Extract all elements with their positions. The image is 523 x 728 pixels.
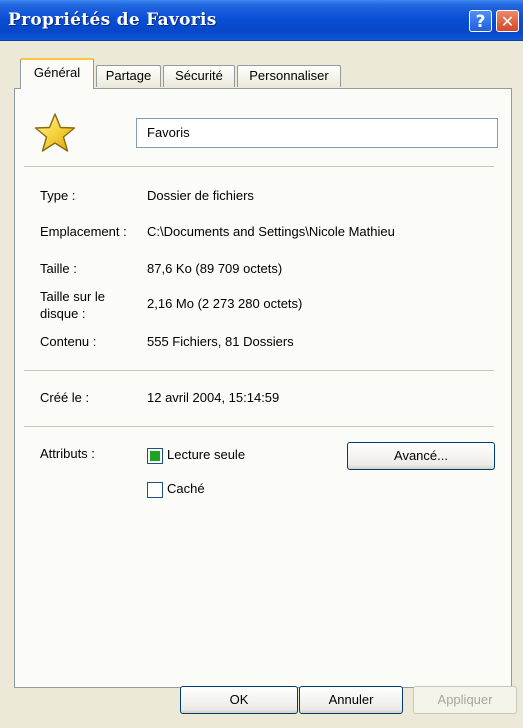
ok-button[interactable]: OK [180,686,298,714]
hidden-checkbox[interactable] [147,482,163,498]
star-folder-icon [34,113,76,152]
read-only-checkbox[interactable] [147,448,163,464]
size-on-disk-value: 2,16 Mo (2 273 280 octets) [147,296,303,311]
created-value: 12 avril 2004, 15:14:59 [147,390,280,405]
divider [24,370,494,371]
size-label: Taille : [40,261,77,276]
tab-panel-general [14,88,512,688]
apply-button[interactable]: Appliquer [413,686,517,714]
tab-personnaliser[interactable]: Personnaliser [237,65,341,87]
size-value: 87,6 Ko (89 709 octets) [147,261,283,276]
created-label: Créé le : [40,390,90,405]
tab-securite[interactable]: Sécurité [163,65,235,87]
contents-label: Contenu : [40,334,97,349]
location-label: Emplacement : [40,224,127,239]
tab-partage[interactable]: Partage [96,65,161,87]
divider [24,426,494,427]
hidden-label[interactable]: Caché [167,481,205,496]
divider [24,166,494,167]
cancel-button[interactable]: Annuler [299,686,403,714]
contents-value: 555 Fichiers, 81 Dossiers [147,334,294,349]
properties-dialog: Propriétés de Favoris ? ✕ Général Partag… [0,0,523,728]
window-title: Propriétés de Favoris [8,10,217,30]
tab-general[interactable]: Général [20,58,94,89]
size-on-disk-label-line2: disque : [40,306,86,321]
attributes-label: Attributs : [40,446,95,461]
folder-name-input[interactable]: Favoris [136,118,498,148]
size-on-disk-label-line1: Taille sur le [40,289,106,304]
title-bar[interactable]: Propriétés de Favoris ? ✕ [0,0,523,41]
read-only-label[interactable]: Lecture seule [167,447,245,462]
type-label: Type : [40,188,76,203]
location-value: C:\Documents and Settings\Nicole Mathieu [147,224,395,239]
type-value: Dossier de fichiers [147,188,254,203]
advanced-button[interactable]: Avancé... [347,442,495,470]
close-icon[interactable]: ✕ [496,10,519,32]
help-icon[interactable]: ? [469,10,492,32]
